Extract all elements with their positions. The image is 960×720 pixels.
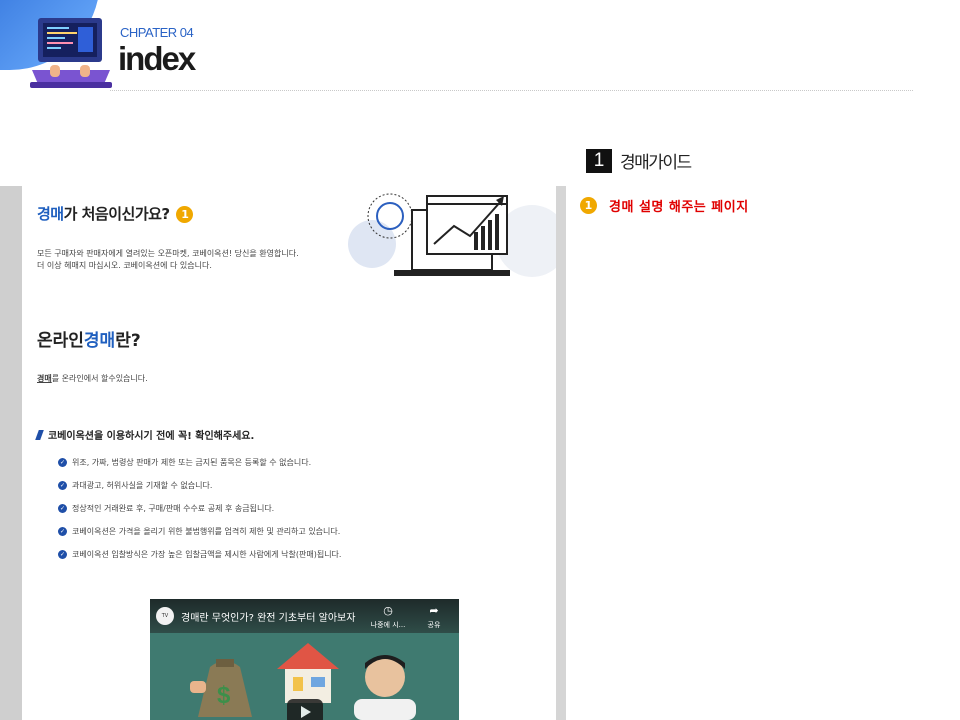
intro-text: 모든 구매자와 판매자에게 열려있는 오픈마켓, 코베이옥션! 당신을 환영합니… xyxy=(37,248,299,272)
screenshot-content: 경매가 처음이신가요? 1 모든 구매자와 판매자에게 열려있는 오픈마켓, 코… xyxy=(35,186,556,720)
header-divider xyxy=(110,90,913,91)
rule-text: 정상적인 거래완료 후, 구매/판매 수수료 공제 후 송금됩니다. xyxy=(72,504,275,513)
list-item: ✓ 위조, 가짜, 법령상 판매가 제한 또는 금지된 품목은 등록할 수 없습니… xyxy=(58,451,341,474)
heading-highlight: 경매 xyxy=(83,331,116,351)
video-title[interactable]: 경매란 무엇인가? 완전 기초부터 알아보자 xyxy=(181,609,355,624)
check-icon: ✓ xyxy=(58,481,67,490)
slash-marker-icon xyxy=(35,429,44,440)
check-icon: ✓ xyxy=(58,458,67,467)
laptop-coding-icon xyxy=(30,18,112,88)
check-icon: ✓ xyxy=(58,527,67,536)
heading-pre: 온라인 xyxy=(37,331,84,351)
notice-heading: 코베이옥션을 이용하시기 전에 꼭! 확인해주세요. xyxy=(35,427,255,442)
share-button[interactable]: ➦ 공유 xyxy=(416,604,452,630)
annotation-badge: 1 xyxy=(176,206,194,223)
laptop-chart-illustration xyxy=(348,193,556,277)
page-screenshot-panel: 경매가 처음이신가요? 1 모든 구매자와 판매자에게 열려있는 오픈마켓, 코… xyxy=(0,186,566,720)
check-icon: ✓ xyxy=(58,504,67,513)
video-title-bar: TV 경매란 무엇인가? 완전 기초부터 알아보자 ◷ 나중에 시... ➦ 공… xyxy=(150,599,459,633)
heading-highlight: 경매 xyxy=(37,205,64,223)
section-heading: 1 경매가이드 xyxy=(586,148,692,173)
first-time-heading: 경매가 처음이신가요? 1 xyxy=(37,203,194,224)
online-auction-description: 경매를 온라인에서 할수있습니다. xyxy=(37,373,148,384)
rule-text: 과대광고, 허위사실을 기재할 수 없습니다. xyxy=(72,481,213,490)
page-title: index xyxy=(118,40,196,77)
annotation-text: 경매 설명 해주는 페이지 xyxy=(609,200,749,215)
video-player[interactable]: $ TV 경매란 무엇인가? 완전 기초부터 알아보자 ◷ 나중에 시... ➦… xyxy=(150,599,459,720)
presenter-image xyxy=(354,655,416,720)
rule-text: 코베이옥션은 가격을 올리기 위한 불법행위를 엄격히 제한 및 관리하고 있습… xyxy=(72,527,341,536)
intro-line: 모든 구매자와 판매자에게 열려있는 오픈마켓, 코베이옥션! 당신을 환영합니… xyxy=(37,249,299,258)
share-icon: ➦ xyxy=(429,604,439,617)
annotation-badge: 1 xyxy=(580,197,597,214)
watch-later-button[interactable]: ◷ 나중에 시... xyxy=(368,604,408,630)
section-title: 경매가이드 xyxy=(620,153,692,173)
channel-logo-icon[interactable]: TV xyxy=(156,607,174,625)
money-bag-icon: $ xyxy=(190,659,252,717)
list-item: ✓ 정상적인 거래완료 후, 구매/판매 수수료 공제 후 송금됩니다. xyxy=(58,497,341,520)
list-item: ✓ 코베이옥션은 가격을 올리기 위한 불법행위를 엄격히 제한 및 관리하고 있… xyxy=(58,520,341,543)
check-icon: ✓ xyxy=(58,550,67,559)
list-item: ✓ 코베이옥션 입찰방식은 가장 높은 입찰금액을 제시한 사람에게 낙찰(판매)… xyxy=(58,543,341,566)
rule-text: 코베이옥션 입찰방식은 가장 높은 입찰금액을 제시한 사람에게 낙찰(판매)됩… xyxy=(72,550,342,559)
heading-post: 란? xyxy=(115,331,141,351)
svg-text:$: $ xyxy=(217,682,231,709)
intro-line: 더 이상 헤매지 마십시오. 코베이옥션에 다 있습니다. xyxy=(37,261,212,270)
online-auction-heading: 온라인경매란? xyxy=(37,326,141,351)
rules-list: ✓ 위조, 가짜, 법령상 판매가 제한 또는 금지된 품목은 등록할 수 없습니… xyxy=(58,451,341,566)
description-rest: 를 온라인에서 할수있습니다. xyxy=(51,374,148,383)
chapter-label: CHPATER 04 xyxy=(120,25,194,40)
annotation-note: 1 경매 설명 해주는 페이지 xyxy=(580,196,749,215)
heading-rest: 가 처음이신가요? xyxy=(63,205,171,223)
watch-later-label: 나중에 시... xyxy=(370,621,406,629)
notice-heading-text: 코베이옥션을 이용하시기 전에 꼭! 확인해주세요. xyxy=(48,431,255,442)
play-icon[interactable] xyxy=(287,699,323,720)
clock-icon: ◷ xyxy=(383,604,393,617)
underlined-term: 경매 xyxy=(37,374,52,383)
rule-text: 위조, 가짜, 법령상 판매가 제한 또는 금지된 품목은 등록할 수 없습니다… xyxy=(72,458,312,467)
section-number: 1 xyxy=(586,148,612,173)
list-item: ✓ 과대광고, 허위사실을 기재할 수 없습니다. xyxy=(58,474,341,497)
share-label: 공유 xyxy=(427,621,441,629)
